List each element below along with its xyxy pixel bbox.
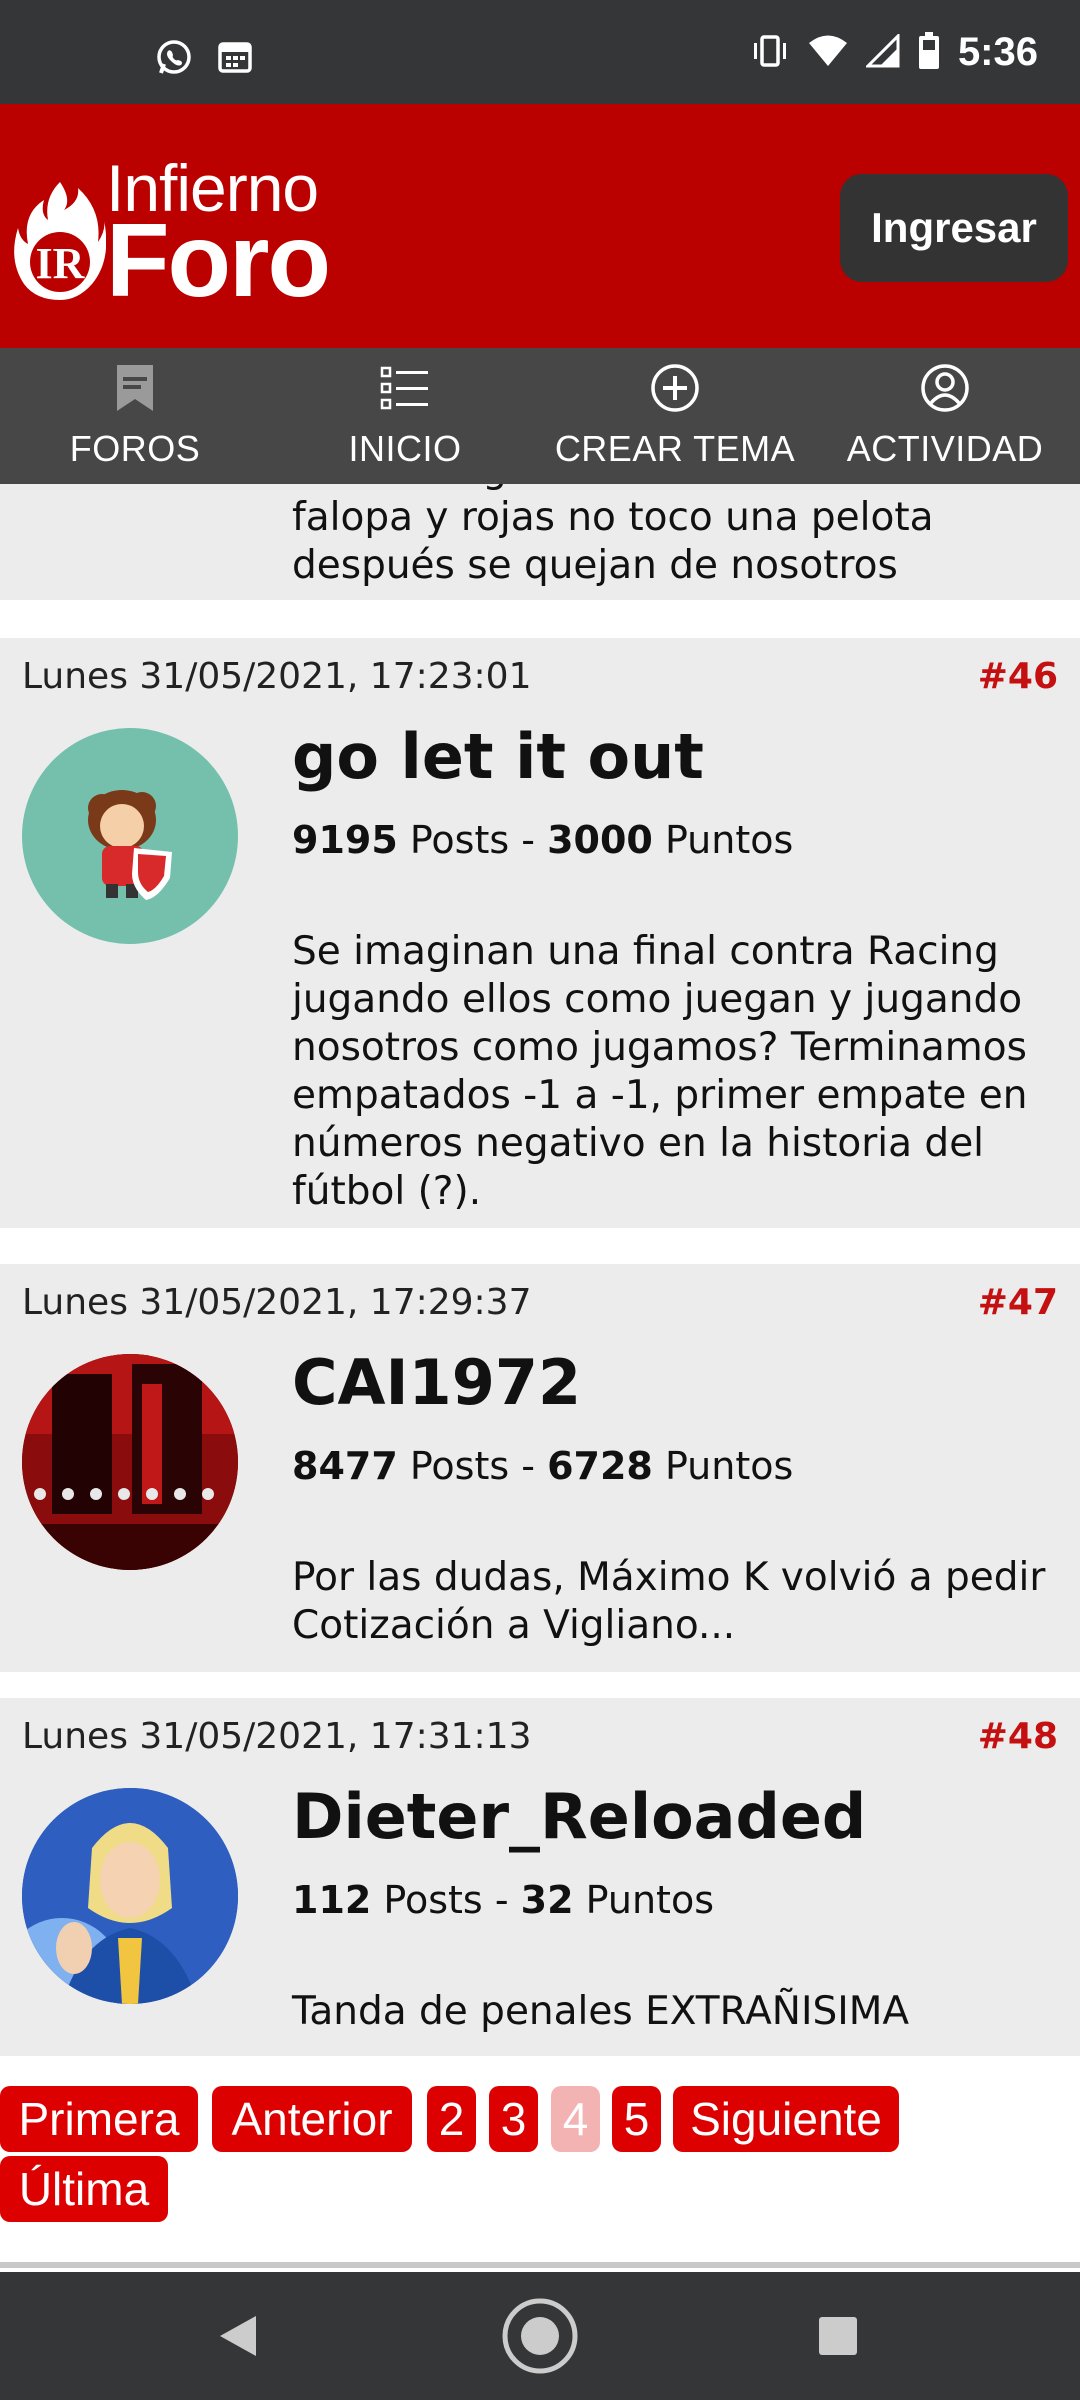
page-current: 4 xyxy=(551,2086,600,2152)
nav-label: FOROS xyxy=(69,428,201,469)
posts-label: Posts xyxy=(409,818,510,862)
previous-post-tail: Máxima figura en una colección falopa y … xyxy=(0,484,1080,600)
battery-icon xyxy=(918,31,940,74)
post-number[interactable]: #48 xyxy=(978,1716,1058,1757)
post-body: Por las dudas, Máximo K volvió a pedir C… xyxy=(292,1555,1046,1648)
nav-item-actividad[interactable]: ACTIVIDAD xyxy=(810,348,1080,484)
post-stats: 112 Posts - 32 Puntos xyxy=(292,1878,714,1922)
posts-label: Posts xyxy=(409,1444,510,1488)
posts-count: 112 xyxy=(292,1878,372,1922)
post-48: Lunes 31/05/2021, 17:31:13 #48 Dieter_Re… xyxy=(0,1698,1080,2056)
post-47: Lunes 31/05/2021, 17:29:37 #47 CAI1972 8… xyxy=(0,1264,1080,1672)
post-stats: 8477 Posts - 6728 Puntos xyxy=(292,1444,793,1488)
posts-list: Máxima figura en una colección falopa y … xyxy=(0,484,1080,2272)
nav-item-inicio[interactable]: INICIO xyxy=(270,348,540,484)
system-nav-bar xyxy=(0,2272,1080,2400)
main-nav: FOROS INICIO CREAR TEMA ACTIVIDAD xyxy=(0,348,1080,484)
nav-label: INICIO xyxy=(348,428,462,469)
site-logo[interactable]: IR Infierno Foro xyxy=(14,140,374,320)
vibrate-icon xyxy=(750,33,790,73)
post-date: Lunes 31/05/2021, 17:29:37 xyxy=(22,1282,532,1323)
nav-item-foros[interactable]: FOROS xyxy=(0,348,270,484)
post-body: Tanda de penales EXTRAÑISIMA xyxy=(292,1989,910,2034)
post-number[interactable]: #47 xyxy=(978,1282,1058,1323)
posts-label: Posts xyxy=(383,1878,483,1922)
site-header: IR Infierno Foro Ingresar xyxy=(0,104,1080,348)
post-date: Lunes 31/05/2021, 17:23:01 xyxy=(22,656,532,697)
avatar[interactable] xyxy=(22,1354,238,1570)
calendar-icon xyxy=(217,38,253,80)
points-count: 6728 xyxy=(547,1444,653,1488)
post-body-line: después se quejan de nosotros xyxy=(292,543,898,588)
list-icon xyxy=(380,366,428,410)
points-count: 3000 xyxy=(547,818,653,862)
points-label: Puntos xyxy=(585,1878,714,1922)
back-icon[interactable] xyxy=(218,2314,258,2358)
nav-label: CREAR TEMA xyxy=(554,428,796,469)
post-username[interactable]: CAI1972 xyxy=(292,1346,581,1419)
wifi-icon xyxy=(808,34,848,72)
recents-icon[interactable] xyxy=(818,2316,858,2356)
posts-count: 8477 xyxy=(292,1444,398,1488)
user-circle-icon xyxy=(921,364,969,412)
post-number[interactable]: #46 xyxy=(978,656,1058,697)
nav-label: ACTIVIDAD xyxy=(846,428,1044,469)
signal-icon xyxy=(864,31,900,72)
login-button[interactable]: Ingresar xyxy=(840,174,1068,282)
status-bar: 5:36 xyxy=(0,0,1080,104)
points-count: 32 xyxy=(520,1878,574,1922)
logo-emblem: IR xyxy=(36,239,86,288)
page-prev-button[interactable]: Anterior xyxy=(212,2086,412,2152)
divider xyxy=(0,2262,1080,2268)
post-46: Lunes 31/05/2021, 17:23:01 #46 go let it… xyxy=(0,638,1080,1228)
post-date: Lunes 31/05/2021, 17:31:13 xyxy=(22,1716,532,1757)
page-last-button[interactable]: Última xyxy=(0,2156,168,2222)
page-5-button[interactable]: 5 xyxy=(612,2086,661,2152)
home-icon[interactable] xyxy=(500,2296,580,2376)
points-label: Puntos xyxy=(664,818,794,862)
nav-item-crear-tema[interactable]: CREAR TEMA xyxy=(540,348,810,484)
page-3-button[interactable]: 3 xyxy=(489,2086,538,2152)
posts-count: 9195 xyxy=(292,818,398,862)
stats-separator: - xyxy=(494,1878,509,1922)
plus-circle-icon xyxy=(651,364,699,412)
stats-separator: - xyxy=(521,1444,535,1488)
post-body: Se imaginan una final contra Racing juga… xyxy=(292,929,1028,1214)
whatsapp-icon xyxy=(155,38,193,80)
points-label: Puntos xyxy=(664,1444,794,1488)
post-body-line: falopa y rojas no toco una pelota xyxy=(292,495,934,540)
avatar[interactable] xyxy=(22,728,238,944)
page-2-button[interactable]: 2 xyxy=(427,2086,476,2152)
flame-logo-icon: IR xyxy=(14,182,106,300)
post-stats: 9195 Posts - 3000 Puntos xyxy=(292,818,793,862)
stats-separator: - xyxy=(521,818,535,862)
clock: 5:36 xyxy=(957,30,1038,74)
page-next-button[interactable]: Siguiente xyxy=(673,2086,899,2152)
bookmark-icon xyxy=(117,365,153,411)
post-body-line: Máxima figura en una colección xyxy=(292,484,1062,494)
page-first-button[interactable]: Primera xyxy=(0,2086,198,2152)
logo-text-line2: Foro xyxy=(106,203,331,319)
post-username[interactable]: go let it out xyxy=(292,720,704,793)
avatar[interactable] xyxy=(22,1788,238,2004)
post-username[interactable]: Dieter_Reloaded xyxy=(292,1780,866,1853)
post-body: Máxima figura en una colección falopa y … xyxy=(292,484,1062,590)
